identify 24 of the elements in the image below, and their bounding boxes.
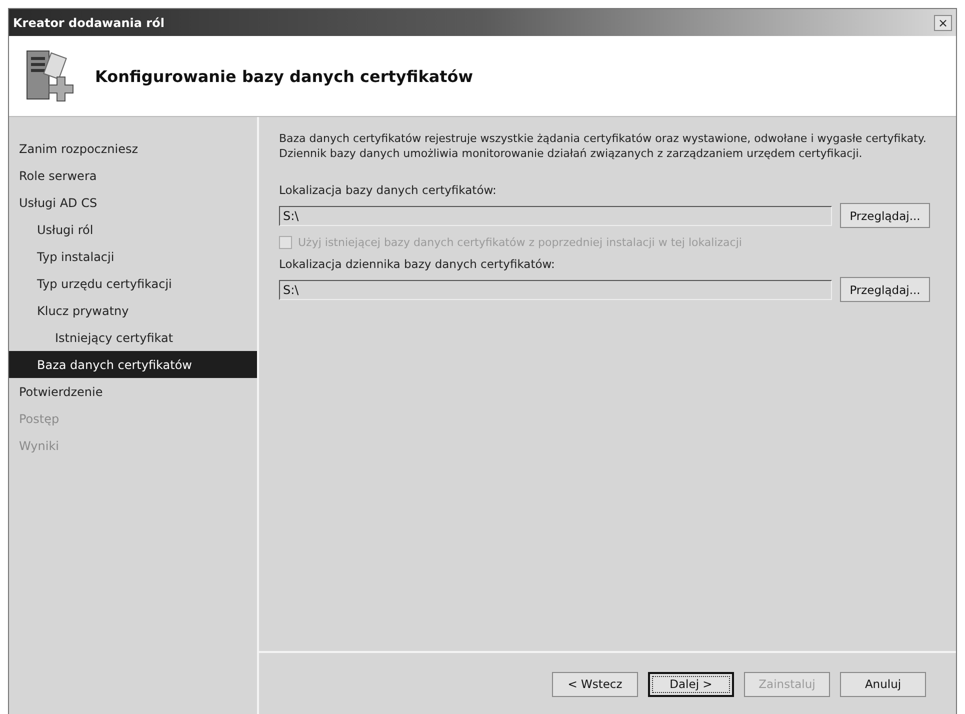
- close-button[interactable]: ×: [934, 14, 952, 30]
- browse-button[interactable]: Przeglądaj...: [840, 203, 930, 228]
- path-field[interactable]: S:\: [279, 206, 832, 226]
- sidebar-item[interactable]: Baza danych certyfikatów: [9, 351, 257, 378]
- window-title: Kreator dodawania ról: [13, 16, 164, 30]
- page-title: Konfigurowanie bazy danych certyfikatów: [95, 66, 474, 86]
- field-label: Lokalizacja bazy danych certyfikatów:: [279, 183, 498, 197]
- sidebar-item[interactable]: Usługi AD CS: [9, 189, 257, 216]
- path-field[interactable]: S:\: [279, 280, 832, 300]
- sidebar-item[interactable]: Istniejący certyfikat: [9, 324, 257, 351]
- sidebar-item[interactable]: Potwierdzenie: [9, 378, 257, 405]
- sidebar-item[interactable]: Zanim rozpoczniesz: [9, 135, 257, 162]
- footer-button[interactable]: < Wstecz: [552, 672, 638, 696]
- footer-button[interactable]: Anuluj: [840, 672, 926, 696]
- footer-button[interactable]: Dalej >: [648, 672, 734, 696]
- sidebar-item[interactable]: Typ instalacji: [9, 243, 257, 270]
- browse-button[interactable]: Przeglądaj...: [840, 277, 930, 302]
- sidebar-item[interactable]: Klucz prywatny: [9, 297, 257, 324]
- description: Baza danych certyfikatów rejestruje wszystkie żądania certyfikatów oraz wystawione, odwołane i wygasłe certyfikaty. Dziennik bazy danych umożliwia monitorowanie działań związanych z zarządzaniem urzędem certyfikacji.: [279, 131, 928, 161]
- field-label: Lokalizacja dziennika bazy danych certyfikatów:: [279, 257, 556, 271]
- sidebar-item[interactable]: Role serwera: [9, 162, 257, 189]
- sidebar-item[interactable]: Typ urzędu certyfikacji: [9, 270, 257, 297]
- checkbox-label: Użyj istniejącej bazy danych certyfikatów z poprzedniej instalacji w tej lokalizacji: [298, 236, 742, 249]
- sidebar-item[interactable]: Usługi ról: [9, 216, 257, 243]
